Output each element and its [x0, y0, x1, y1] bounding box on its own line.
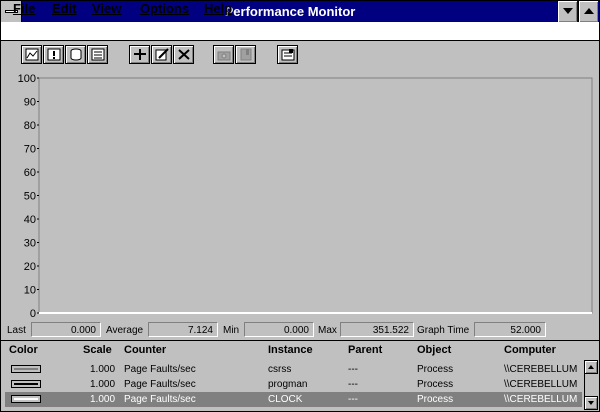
menu-view[interactable]: View [92, 1, 121, 17]
legend-header-computer: Computer [504, 344, 556, 356]
scroll-up-button[interactable] [584, 360, 598, 374]
y-tick-label: 0 [30, 308, 36, 320]
y-tick-label: 20 [24, 261, 36, 273]
y-tick-label: 60 [24, 167, 36, 179]
menu-file-label: File [13, 1, 36, 16]
bookmark-icon [240, 48, 252, 61]
legend-instance: csrss [268, 364, 292, 375]
edit-icon [155, 48, 169, 61]
legend-header-scale: Scale [83, 344, 112, 356]
plot-area [38, 77, 593, 314]
scroll-down-button[interactable] [584, 396, 598, 410]
legend-object: Process [417, 364, 454, 375]
options-icon [281, 49, 295, 61]
bookmark-button[interactable] [235, 45, 256, 64]
menu-view-label: View [92, 1, 122, 16]
legend-parent: --- [348, 394, 358, 405]
legend-counter: Page Faults/sec [124, 394, 196, 405]
legend-parent: --- [348, 379, 358, 390]
report-view-icon [91, 48, 105, 61]
menu-edit[interactable]: Edit [52, 1, 77, 17]
legend-color-swatch [11, 380, 41, 388]
arrow-up-icon [588, 365, 594, 369]
menu-help-label: Help [204, 1, 233, 16]
y-tick-label: 10 [24, 285, 36, 297]
legend-scale: 1.000 [90, 364, 116, 375]
performance-chart: 1009080706050403020100 [18, 73, 593, 320]
legend-computer: \\CEREBELLUM [504, 394, 578, 405]
view-report-button[interactable] [87, 45, 108, 64]
camera-icon [217, 51, 231, 61]
options-button[interactable] [277, 45, 298, 64]
menu-help[interactable]: Help [204, 1, 232, 17]
legend-counter: Page Faults/sec [124, 364, 196, 375]
y-tick-label: 80 [24, 120, 36, 132]
min-value: 0.000 [244, 322, 314, 337]
legend-computer: \\CEREBELLUM [504, 364, 578, 375]
legend-header-instance: Instance [268, 344, 313, 356]
legend-object: Process [417, 394, 454, 405]
min-label: Min [223, 325, 240, 336]
last-value: 0.000 [31, 322, 101, 337]
chart-view-icon [25, 48, 39, 61]
legend-header-object: Object [417, 344, 452, 356]
alert-view-icon [47, 48, 61, 61]
menu-bar [1, 22, 599, 41]
delete-icon [178, 49, 190, 60]
log-view-icon [70, 48, 82, 61]
y-tick-label: 40 [24, 214, 36, 226]
menu-file[interactable]: File [13, 1, 35, 17]
legend-header-counter: Counter [124, 344, 167, 356]
y-tick-label: 100 [18, 73, 36, 85]
view-chart-button[interactable] [21, 45, 42, 64]
legend-computer: \\CEREBELLUM [504, 379, 578, 390]
graph-time-label: Graph Time [417, 325, 470, 336]
legend-parent: --- [348, 364, 358, 375]
max-label: Max [318, 325, 337, 336]
arrow-down-icon [588, 401, 594, 405]
minimize-icon [563, 8, 573, 14]
minimize-button[interactable] [557, 1, 577, 22]
legend-counter: Page Faults/sec [124, 379, 196, 390]
chart-area: 100 90 80 70 60 50 40 30 20 10 0 [1, 68, 598, 320]
average-label: Average [106, 325, 144, 336]
max-value: 351.522 [340, 322, 414, 337]
legend-scale: 1.000 [90, 394, 116, 405]
delete-counter-button[interactable] [173, 45, 194, 64]
y-tick-label: 70 [24, 144, 36, 156]
add-counter-button[interactable] [129, 45, 150, 64]
view-alert-button[interactable] [43, 45, 64, 64]
legend-object: Process [417, 379, 454, 390]
maximize-button[interactable] [578, 1, 598, 22]
plus-icon [134, 49, 146, 60]
menu-options-label: Options [140, 1, 190, 16]
legend-color-swatch [11, 365, 41, 373]
menu-options[interactable]: Options [140, 1, 189, 17]
view-log-button[interactable] [65, 45, 86, 64]
y-tick-label: 90 [24, 97, 36, 109]
last-label: Last [7, 325, 26, 336]
update-now-button[interactable] [213, 45, 234, 64]
legend-header-color: Color [9, 344, 38, 356]
legend-color-swatch [11, 395, 41, 403]
menu-edit-label: Edit [52, 1, 77, 16]
maximize-icon [584, 8, 594, 14]
legend-instance: CLOCK [268, 394, 303, 405]
legend-header-parent: Parent [348, 344, 383, 356]
edit-counter-button[interactable] [151, 45, 172, 64]
y-tick-label: 50 [24, 191, 36, 203]
average-value: 7.124 [148, 322, 218, 337]
legend-instance: progman [268, 379, 308, 390]
y-tick-label: 30 [24, 238, 36, 250]
graph-time-value: 52.000 [474, 322, 546, 337]
legend-scale: 1.000 [90, 379, 116, 390]
